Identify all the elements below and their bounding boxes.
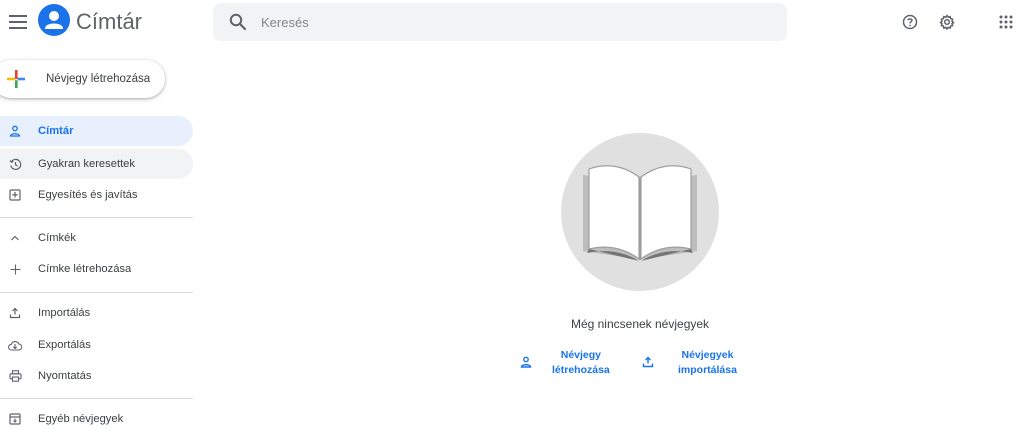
empty-state-message: Még nincsenek névjegyek [570,317,710,331]
sidebar-item-label: Importálás [38,307,91,319]
sidebar-item-directory[interactable]: Címtár [0,116,193,146]
sidebar-item-create-label[interactable]: Címke létrehozása [0,254,193,284]
import-contacts-link-line1: Névjegyek [681,349,734,361]
sidebar-divider [0,398,193,399]
sidebar-item-label: Címke létrehozása [38,263,132,275]
multicolor-plus-icon [6,69,26,89]
settings-icon[interactable] [937,12,957,32]
help-icon[interactable] [900,12,920,32]
plus-icon [8,262,22,276]
history-icon [8,157,22,171]
chevron-up-icon [8,231,22,245]
archive-icon [8,412,22,426]
hamburger-menu-icon[interactable] [8,12,28,32]
create-contact-label: Névjegy létrehozása [46,73,151,85]
search-icon[interactable] [229,13,247,31]
person-icon [8,124,22,138]
sidebar-divider [0,217,193,218]
sidebar-item-label: Címtár [38,125,74,137]
sidebar-item-labels[interactable]: Címkék [0,223,193,253]
sidebar-item-label: Gyakran keresettek [38,158,136,170]
upload-icon [642,356,656,370]
sidebar-item-label: Nyomtatás [38,370,92,382]
create-contact-link[interactable]: Névjegy létrehozása [520,348,610,378]
apps-grid-icon[interactable] [996,12,1016,32]
create-contact-button[interactable]: Névjegy létrehozása [0,60,165,98]
sidebar-item-label: Egyéb névjegyek [38,413,124,425]
create-contact-link-line1: Névjegy [560,349,602,361]
sidebar-item-other-contacts[interactable]: Egyéb névjegyek [0,404,193,434]
sidebar-item-export[interactable]: Exportálás [0,330,193,360]
sidebar-item-print[interactable]: Nyomtatás [0,361,193,391]
sidebar-divider [0,292,193,293]
contacts-logo-icon[interactable] [38,4,70,36]
sidebar-item-label: Egyesítés és javítás [38,189,138,201]
import-contacts-link[interactable]: Névjegyek importálása [642,348,737,378]
create-contact-link-line2: létrehozása [552,364,610,376]
cloud-download-icon [8,338,22,352]
search-bar[interactable] [213,3,787,41]
sidebar-item-frequent[interactable]: Gyakran keresettek [0,149,193,179]
open-book-illustration [561,133,719,291]
import-contacts-link-line2: importálása [678,364,737,376]
sidebar-item-import[interactable]: Importálás [0,298,193,328]
app-title: Címtár [76,9,142,34]
merge-icon [8,188,22,202]
sidebar-item-merge-fix[interactable]: Egyesítés és javítás [0,180,193,210]
person-icon [520,356,534,370]
print-icon [8,369,22,383]
import-contacts-link-label[interactable]: Névjegyek importálása [678,348,737,378]
search-input[interactable] [261,14,741,30]
upload-icon [8,306,22,320]
app-header: Címtár [0,0,1024,44]
create-contact-link-label[interactable]: Névjegy létrehozása [552,348,610,378]
sidebar-item-label: Exportálás [38,339,91,351]
sidebar-item-label: Címkék [38,232,76,244]
